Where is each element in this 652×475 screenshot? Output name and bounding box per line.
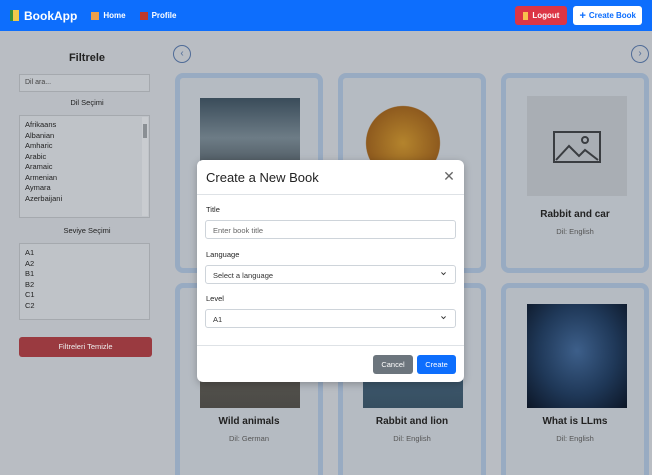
scrollbar-thumb[interactable] xyxy=(143,124,147,138)
level-option[interactable]: A1 xyxy=(25,248,144,259)
navbar: BookApp Home Profile Logout + Create Boo… xyxy=(0,0,652,31)
home-icon xyxy=(91,11,100,20)
book-language: Dil: German xyxy=(228,434,269,443)
level-option[interactable]: B1 xyxy=(25,269,144,280)
book-icon xyxy=(10,10,19,21)
level-field-label: Level xyxy=(206,294,224,303)
level-option[interactable]: A2 xyxy=(25,259,144,270)
nav-profile-label: Profile xyxy=(151,11,177,20)
filter-title: Filtrele xyxy=(68,52,106,64)
book-cover-image xyxy=(527,96,627,196)
book-card[interactable]: What is LLms Dil: English xyxy=(501,283,649,475)
level-select[interactable]: A1 xyxy=(205,309,456,328)
book-cover-image xyxy=(527,304,627,408)
language-list[interactable]: Afrikaans Albanian Amharic Arabic Aramai… xyxy=(19,115,150,218)
language-option[interactable]: Aramaic xyxy=(25,162,144,173)
brand[interactable]: BookApp xyxy=(10,9,77,23)
create-book-button[interactable]: + Create Book xyxy=(573,6,642,25)
clear-filters-button[interactable]: Filtreleri Temizle xyxy=(19,337,152,357)
plus-icon: + xyxy=(579,9,586,22)
book-card[interactable]: Rabbit and car Dil: English xyxy=(501,73,649,273)
title-field-label: Title xyxy=(206,205,220,214)
language-option[interactable]: Arabic xyxy=(25,152,144,163)
book-title: Rabbit and car xyxy=(540,209,610,220)
door-icon xyxy=(523,11,529,20)
language-option[interactable]: Armenian xyxy=(25,173,144,184)
language-label: Dil Seçimi xyxy=(70,98,104,107)
book-language: Dil: English xyxy=(556,227,594,236)
brand-label: BookApp xyxy=(24,8,78,23)
logout-label: Logout xyxy=(532,11,560,20)
language-option[interactable]: Afrikaans xyxy=(25,120,144,131)
language-select[interactable]: Select a language xyxy=(205,265,456,284)
level-select-value: A1 xyxy=(213,315,223,324)
book-title: Wild animals xyxy=(218,416,280,427)
title-input[interactable]: Enter book title xyxy=(205,220,456,239)
language-option[interactable]: Amharic xyxy=(25,141,144,152)
book-language: Dil: English xyxy=(393,434,431,443)
create-book-modal: Create a New Book ✕ Title Enter book tit… xyxy=(197,160,464,382)
language-search-input[interactable]: Dil ara... xyxy=(19,74,150,92)
chevron-down-icon xyxy=(441,316,446,320)
image-placeholder-icon xyxy=(553,131,601,163)
create-button[interactable]: Create xyxy=(417,355,456,374)
profile-icon xyxy=(139,11,148,20)
create-book-label: Create Book xyxy=(588,11,636,20)
level-list[interactable]: A1 A2 B1 B2 C1 C2 xyxy=(19,243,150,320)
close-icon[interactable]: ✕ xyxy=(442,169,456,183)
nav-home-label: Home xyxy=(103,11,126,20)
filter-sidebar: Filtrele Dil ara... Dil Seçimi Afrikaans… xyxy=(12,44,162,374)
level-option[interactable]: C2 xyxy=(25,301,144,312)
book-title: Rabbit and lion xyxy=(375,416,449,427)
nav-profile[interactable]: Profile xyxy=(139,11,177,20)
level-label: Seviye Seçimi xyxy=(63,226,111,235)
modal-title: Create a New Book xyxy=(206,170,319,185)
chevron-right-icon[interactable]: › xyxy=(631,45,649,63)
language-scrollbar[interactable] xyxy=(142,117,148,216)
logout-button[interactable]: Logout xyxy=(515,6,568,25)
level-option[interactable]: C1 xyxy=(25,290,144,301)
language-option[interactable]: Albanian xyxy=(25,131,144,142)
level-option[interactable]: B2 xyxy=(25,280,144,291)
modal-footer: Cancel Create xyxy=(197,345,464,382)
modal-header: Create a New Book ✕ xyxy=(197,160,464,195)
cancel-button[interactable]: Cancel xyxy=(373,355,413,374)
language-field-label: Language xyxy=(206,250,240,259)
chevron-left-icon[interactable]: ‹ xyxy=(173,45,191,63)
book-title: What is LLms xyxy=(542,416,608,427)
language-option[interactable]: Azerbaijani xyxy=(25,194,144,205)
book-language: Dil: English xyxy=(556,434,594,443)
chevron-down-icon xyxy=(441,272,446,276)
language-option[interactable]: Aymara xyxy=(25,183,144,194)
nav-home[interactable]: Home xyxy=(91,11,126,20)
language-select-value: Select a language xyxy=(213,271,274,280)
